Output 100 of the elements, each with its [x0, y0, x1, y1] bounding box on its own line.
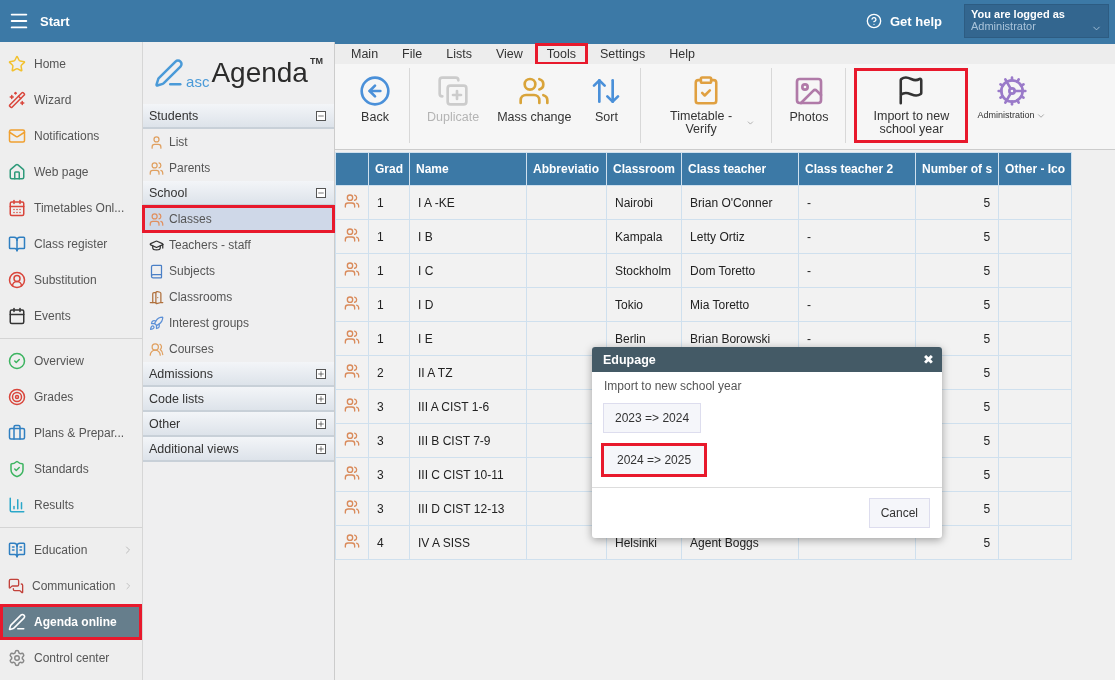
expand-icon[interactable]: [316, 393, 326, 404]
toolbar-button[interactable]: Timetable - Verify: [649, 68, 764, 143]
toolbar-button[interactable]: Administration: [968, 68, 1056, 143]
year-option-button[interactable]: 2024 => 2025: [601, 443, 708, 477]
people-icon: [344, 499, 360, 515]
nav-item[interactable]: Home: [0, 46, 142, 82]
cancel-button[interactable]: Cancel: [868, 498, 930, 528]
envelope-icon: [8, 127, 26, 145]
table-cell: 5: [915, 185, 999, 220]
table-cell: III C CIST 10-11: [409, 457, 527, 492]
column-header[interactable]: Number of s: [915, 152, 999, 186]
house-icon: [8, 163, 26, 181]
target-icon: [8, 388, 26, 406]
people-icon: [344, 363, 360, 379]
column-header[interactable]: Class teacher: [681, 152, 799, 186]
nav-item[interactable]: Timetables Onl...: [0, 190, 142, 226]
toolbar-button[interactable]: Mass change: [488, 68, 581, 143]
section-title: Admissions: [149, 366, 213, 381]
table-cell: Nairobi: [606, 185, 682, 220]
collapse-icon[interactable]: [316, 110, 326, 121]
table-cell: -: [798, 185, 916, 220]
menu-tab[interactable]: View: [483, 43, 535, 65]
nav-item[interactable]: Grades: [0, 379, 142, 415]
section-header[interactable]: Additional views: [143, 437, 334, 462]
nav-item[interactable]: Substitution: [0, 262, 142, 298]
nav-item[interactable]: Communication: [0, 568, 142, 604]
people-icon: [344, 295, 360, 311]
nav-item[interactable]: Events: [0, 298, 142, 334]
nav-item[interactable]: Agenda online: [0, 604, 142, 640]
column-header[interactable]: Name: [409, 152, 527, 186]
column-header[interactable]: Grad: [368, 152, 410, 186]
table-cell: I E: [409, 321, 527, 356]
nav-item[interactable]: Results: [0, 487, 142, 523]
check-circle-icon: [8, 352, 26, 370]
table-cell: -: [798, 287, 916, 322]
toolbar-button[interactable]: Back: [349, 68, 401, 143]
side-menu-item[interactable]: Courses: [143, 336, 334, 362]
nav-item[interactable]: Education: [0, 532, 142, 568]
column-header[interactable]: Other - Ico: [998, 152, 1072, 186]
table-cell: 5: [915, 253, 999, 288]
section-title: Students: [149, 108, 199, 123]
graduation-cap-icon: [149, 237, 164, 253]
section-header[interactable]: Students: [143, 104, 334, 129]
nav-item[interactable]: Notifications: [0, 118, 142, 154]
open-book-icon: [8, 541, 26, 559]
dialog-subtitle: Import to new school year: [603, 378, 743, 395]
nav-item[interactable]: Web page: [0, 154, 142, 190]
person-icon: [8, 271, 26, 289]
side-menu-item[interactable]: Teachers - staff: [143, 232, 334, 258]
section-header[interactable]: Code lists: [143, 387, 334, 412]
side-menu-item[interactable]: Parents: [143, 155, 334, 181]
people-icon: [344, 397, 360, 413]
table-cell: III B CIST 7-9: [409, 423, 527, 458]
nav-item[interactable]: Wizard: [0, 82, 142, 118]
toolbar-button[interactable]: Import to new school year: [854, 68, 969, 143]
menu-tab[interactable]: Help: [657, 43, 707, 65]
table-cell: -: [798, 253, 916, 288]
people-icon: [344, 227, 360, 243]
user-dropdown[interactable]: You are logged as Administrator: [964, 4, 1109, 38]
person-icon: [149, 134, 164, 150]
section-header[interactable]: Admissions: [143, 362, 334, 387]
year-option-button[interactable]: 2023 => 2024: [603, 403, 702, 433]
magic-wand-icon: [8, 91, 26, 109]
nav-item[interactable]: Control center: [0, 640, 142, 676]
table-cell: 5: [915, 219, 999, 254]
expand-icon[interactable]: [316, 368, 326, 379]
nav-item[interactable]: Plans & Prepar...: [0, 415, 142, 451]
menu-tab[interactable]: Lists: [434, 43, 484, 65]
table-cell: III D CIST 12-13: [409, 491, 527, 526]
column-header[interactable]: Abbreviatio: [526, 152, 607, 186]
side-menu-item[interactable]: Classrooms: [143, 284, 334, 310]
table-cell: I D: [409, 287, 527, 322]
star-icon: [8, 55, 26, 73]
menu-tab[interactable]: Main: [339, 43, 391, 65]
menu-tab[interactable]: Settings: [588, 43, 658, 65]
expand-icon[interactable]: [316, 443, 326, 454]
section-header[interactable]: School: [143, 181, 334, 206]
get-help-link[interactable]: Get help: [866, 13, 942, 29]
column-header[interactable]: Classroom: [606, 152, 682, 186]
menu-tab[interactable]: File: [390, 43, 435, 65]
table-cell: -: [798, 219, 916, 254]
section-header[interactable]: Other: [143, 412, 334, 437]
side-menu-item[interactable]: Classes: [143, 206, 334, 232]
collapse-icon[interactable]: [316, 187, 326, 198]
nav-item[interactable]: Overview: [0, 343, 142, 379]
people-icon: [344, 329, 360, 345]
help-icon: [866, 13, 882, 29]
nav-item[interactable]: Standards: [0, 451, 142, 487]
table-cell: 5: [915, 287, 999, 322]
expand-icon[interactable]: [316, 418, 326, 429]
table-cell: II A TZ: [409, 355, 527, 390]
rocket-icon: [149, 315, 164, 331]
duplicate-icon: [437, 75, 470, 107]
side-menu-item[interactable]: Subjects: [143, 258, 334, 284]
toolbar-button[interactable]: Photos: [780, 68, 838, 143]
toolbar-button[interactable]: Sort: [580, 68, 633, 143]
side-menu-item[interactable]: Interest groups: [143, 310, 334, 336]
side-menu-item[interactable]: List: [143, 129, 334, 155]
nav-item[interactable]: Class register: [0, 226, 142, 262]
column-header[interactable]: Class teacher 2: [798, 152, 916, 186]
